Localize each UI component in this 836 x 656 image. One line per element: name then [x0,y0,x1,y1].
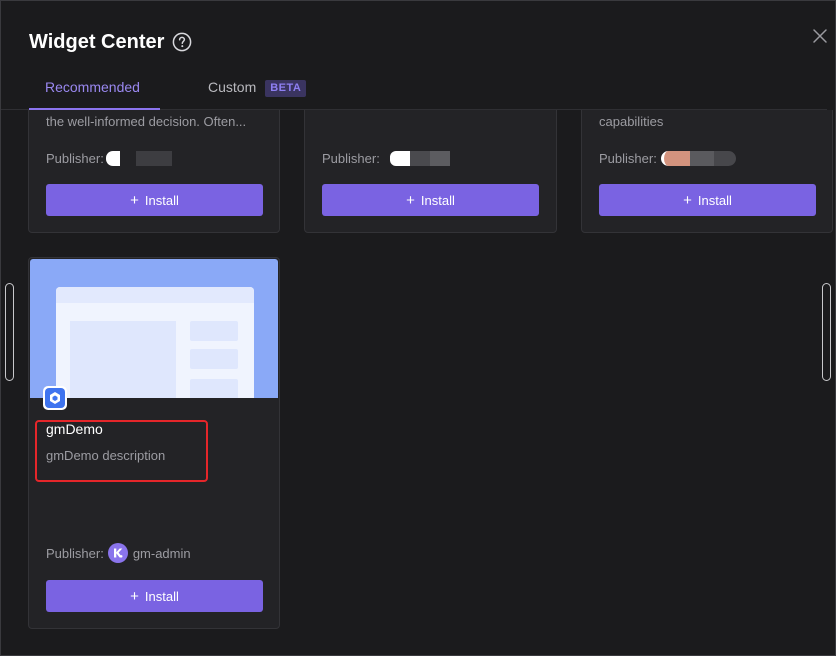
plus-icon: + [130,587,139,605]
widget-description: the well-informed decision. Often... [46,114,247,129]
publisher-avatar [107,543,128,563]
dialog-title: Widget Center [29,30,165,53]
publisher-row: Publisher: [46,148,172,168]
tab-bar: Recommended Custom BETA [1,65,827,110]
redacted-publisher-name [409,150,430,166]
preview-mock-window [56,287,254,398]
redacted-avatar [389,150,410,166]
install-button[interactable]: + Install [322,184,539,216]
close-icon[interactable] [811,27,829,45]
redacted-publisher-name [689,150,714,166]
publisher-row: Publisher: [322,148,450,168]
help-icon[interactable] [172,32,192,52]
install-button[interactable]: + Install [46,184,263,216]
publisher-name: gm-admin [132,545,191,561]
widget-card: the well-informed decision. Often... Pub… [28,110,280,233]
tab-custom[interactable]: Custom BETA [208,65,307,109]
redacted-gap [119,150,136,166]
widget-grid[interactable]: the well-informed decision. Often... Pub… [1,110,835,655]
widget-card: Publisher: + Install [304,110,557,233]
widget-card: capabilities Publisher: + Install [581,110,833,233]
redacted-publisher-name [135,150,172,166]
widget-preview-image [30,259,278,398]
install-button[interactable]: + Install [46,580,263,612]
tab-recommended[interactable]: Recommended [45,65,140,109]
widget-description: capabilities [599,114,664,129]
redacted-avatar [105,150,120,166]
plus-icon: + [683,191,692,209]
redacted-publisher-name [429,150,450,166]
plus-icon: + [130,191,139,209]
redacted-publisher-name [713,150,736,166]
redacted-avatar [660,150,690,166]
widget-icon [43,386,67,410]
widget-center-dialog: Widget Center Recommended Custom BETA the… [0,0,836,656]
install-button[interactable]: + Install [599,184,816,216]
right-scroll-handle[interactable] [822,283,831,381]
widget-card-gmdemo: gmDemo gmDemo description Publisher: gm-… [28,257,280,629]
left-scroll-handle[interactable] [5,283,14,381]
publisher-row: Publisher: [599,148,736,168]
plus-icon: + [406,191,415,209]
highlight-annotation [35,420,208,482]
beta-badge: BETA [265,80,307,97]
dialog-header: Widget Center [29,29,192,55]
publisher-row: Publisher: gm-admin [46,543,191,563]
